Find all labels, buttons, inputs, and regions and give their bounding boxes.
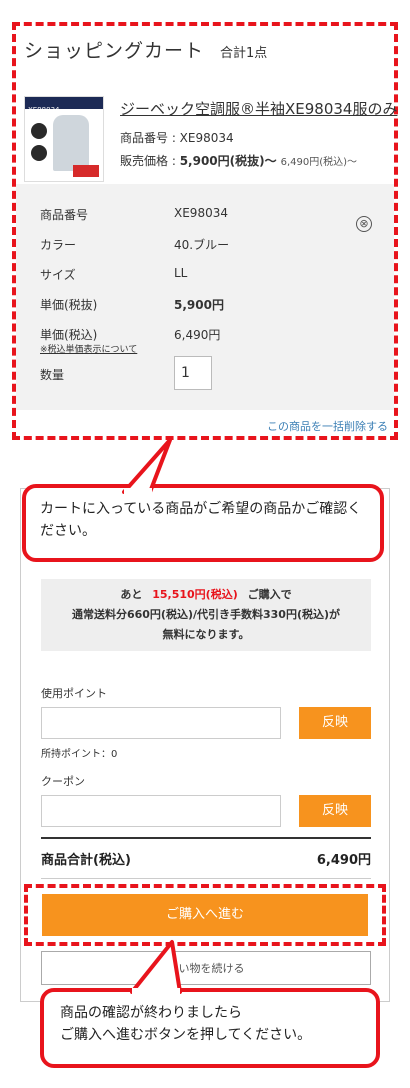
cart-item-count: 合計1点 bbox=[220, 46, 268, 61]
points-input[interactable] bbox=[41, 707, 281, 739]
detail-value-color: 40.ブルー bbox=[174, 238, 230, 252]
apply-coupon-button[interactable]: 反映 bbox=[299, 795, 371, 827]
callout-proceed-line-2: ご購入へ進むボタンを押してください。 bbox=[60, 1027, 312, 1043]
price-ex-tax: 5,900円(税抜)〜 bbox=[179, 154, 277, 168]
price-in-tax: 6,490円(税込)〜 bbox=[280, 157, 358, 168]
callout-confirm-text: カートに入っている商品がご希望の商品かご確認ください。 bbox=[40, 501, 362, 539]
callout-pointer-icon bbox=[130, 940, 182, 996]
total-value: 6,490円 bbox=[316, 853, 371, 868]
detail-label-color: カラー bbox=[40, 238, 77, 252]
free-line-3: 無料になります。 bbox=[162, 628, 250, 641]
coupon-label: クーポン bbox=[41, 775, 85, 788]
cart-item-details: 商品番号 XE98034 カラー 40.ブルー サイズ LL 単価(税抜) 5,… bbox=[16, 184, 394, 410]
remove-item-icon[interactable]: ⊗ bbox=[356, 216, 372, 232]
free-pre-text: あと bbox=[120, 588, 143, 601]
remove-all-link[interactable]: この商品を一括削除する bbox=[267, 418, 388, 434]
owned-points: 所持ポイント：0 bbox=[41, 749, 118, 760]
cart-panel: ショッピングカート 合計1点 XE98034 ジーベック空調服®半袖XE9803… bbox=[12, 22, 398, 440]
detail-value-size: LL bbox=[174, 266, 188, 280]
checkout-button[interactable]: ご購入へ進む bbox=[42, 894, 368, 936]
product-price: 販売価格 : 5,900円(税抜)〜 6,490円(税込)〜 bbox=[120, 152, 357, 169]
price-label: 販売価格 : bbox=[120, 154, 180, 168]
detail-value-code: XE98034 bbox=[174, 206, 228, 220]
free-amount: 15,510円(税込) bbox=[152, 588, 238, 601]
apply-points-button[interactable]: 反映 bbox=[299, 707, 371, 739]
detail-value-unit-price: 5,900円 bbox=[174, 298, 224, 312]
callout-proceed-checkout: 商品の確認が終わりましたら ご購入へ進むボタンを押してください。 bbox=[40, 988, 380, 1068]
quantity-input[interactable] bbox=[174, 356, 212, 390]
fan-icon bbox=[31, 123, 47, 139]
detail-value-unit-price-tax: 6,490円 bbox=[174, 328, 221, 342]
jacket-image-icon bbox=[53, 115, 89, 171]
coupon-input[interactable] bbox=[41, 795, 281, 827]
total-label: 商品合計(税込) bbox=[41, 853, 131, 868]
thumb-label: XE98034 bbox=[28, 106, 60, 114]
detail-label-code: 商品番号 bbox=[40, 208, 89, 222]
detail-label-unit-price-tax: 単価(税込) bbox=[40, 328, 98, 342]
cart-header: ショッピングカート 合計1点 bbox=[24, 36, 267, 63]
cart-title: ショッピングカート bbox=[24, 40, 205, 62]
sale-tag-icon bbox=[73, 165, 99, 177]
free-shipping-notice: あと 15,510円(税込) ご購入で 通常送料分660円(税込)/代引き手数料… bbox=[41, 579, 371, 651]
callout-confirm-items: カートに入っている商品がご希望の商品かご確認ください。 bbox=[22, 484, 384, 562]
product-name-link[interactable]: ジーベック空調服®半袖XE98034服のみ bbox=[120, 98, 397, 119]
detail-label-unit-price: 単価(税抜) bbox=[40, 298, 98, 312]
points-label: 使用ポイント bbox=[41, 687, 107, 700]
tax-display-link[interactable]: ※税込単価表示について bbox=[40, 342, 137, 355]
callout-pointer-icon bbox=[122, 438, 172, 498]
product-thumbnail[interactable]: XE98034 bbox=[24, 96, 104, 182]
fan-icon bbox=[31, 145, 47, 161]
detail-label-size: サイズ bbox=[40, 268, 76, 282]
product-code: 商品番号 : XE98034 bbox=[120, 131, 234, 145]
free-line-2: 通常送料分660円(税込)/代引き手数料330円(税込)が bbox=[71, 608, 341, 621]
order-total-row: 商品合計(税込) 6,490円 bbox=[41, 837, 371, 879]
detail-label-quantity: 数量 bbox=[40, 368, 65, 382]
free-post-text: ご購入で bbox=[247, 588, 292, 601]
callout-proceed-line-1: 商品の確認が終わりましたら bbox=[60, 1005, 242, 1021]
